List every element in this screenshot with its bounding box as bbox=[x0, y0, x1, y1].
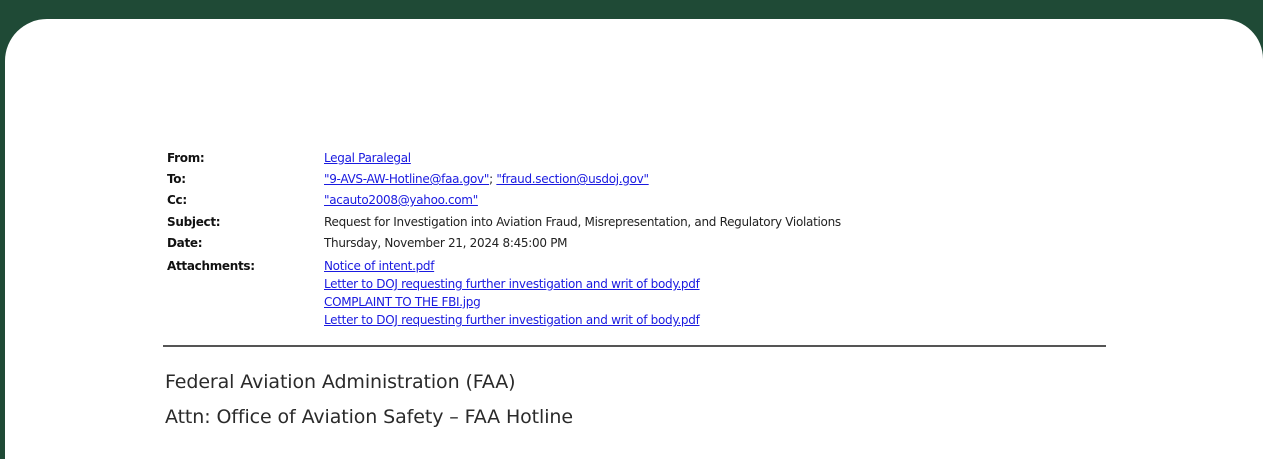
attachments-label: Attachments: bbox=[167, 259, 255, 273]
from-link[interactable]: Legal Paralegal bbox=[324, 150, 411, 166]
date-value: Thursday, November 21, 2024 8:45:00 PM bbox=[324, 236, 568, 250]
to-recipient-link[interactable]: "fraud.section@usdoj.gov" bbox=[496, 172, 649, 186]
date-label: Date: bbox=[167, 236, 203, 250]
header-divider bbox=[163, 345, 1106, 347]
to-value: "9-AVS-AW-Hotline@faa.gov"; "fraud.secti… bbox=[324, 171, 649, 187]
from-label: From: bbox=[167, 151, 205, 165]
attachment-link[interactable]: COMPLAINT TO THE FBI.jpg bbox=[324, 294, 481, 310]
recipient-attention: Attn: Office of Aviation Safety – FAA Ho… bbox=[165, 406, 573, 428]
cc-recipient-link[interactable]: "acauto2008@yahoo.com" bbox=[324, 192, 478, 208]
attachment-link[interactable]: Notice of intent.pdf bbox=[324, 258, 434, 274]
to-label: To: bbox=[167, 172, 186, 186]
to-recipient-link[interactable]: "9-AVS-AW-Hotline@faa.gov" bbox=[324, 172, 489, 186]
attachment-link[interactable]: Letter to DOJ requesting further investi… bbox=[324, 312, 700, 328]
subject-label: Subject: bbox=[167, 215, 221, 229]
recipient-agency: Federal Aviation Administration (FAA) bbox=[165, 371, 516, 393]
subject-value: Request for Investigation into Aviation … bbox=[324, 215, 841, 229]
attachment-link[interactable]: Letter to DOJ requesting further investi… bbox=[324, 276, 700, 292]
cc-label: Cc: bbox=[167, 193, 187, 207]
